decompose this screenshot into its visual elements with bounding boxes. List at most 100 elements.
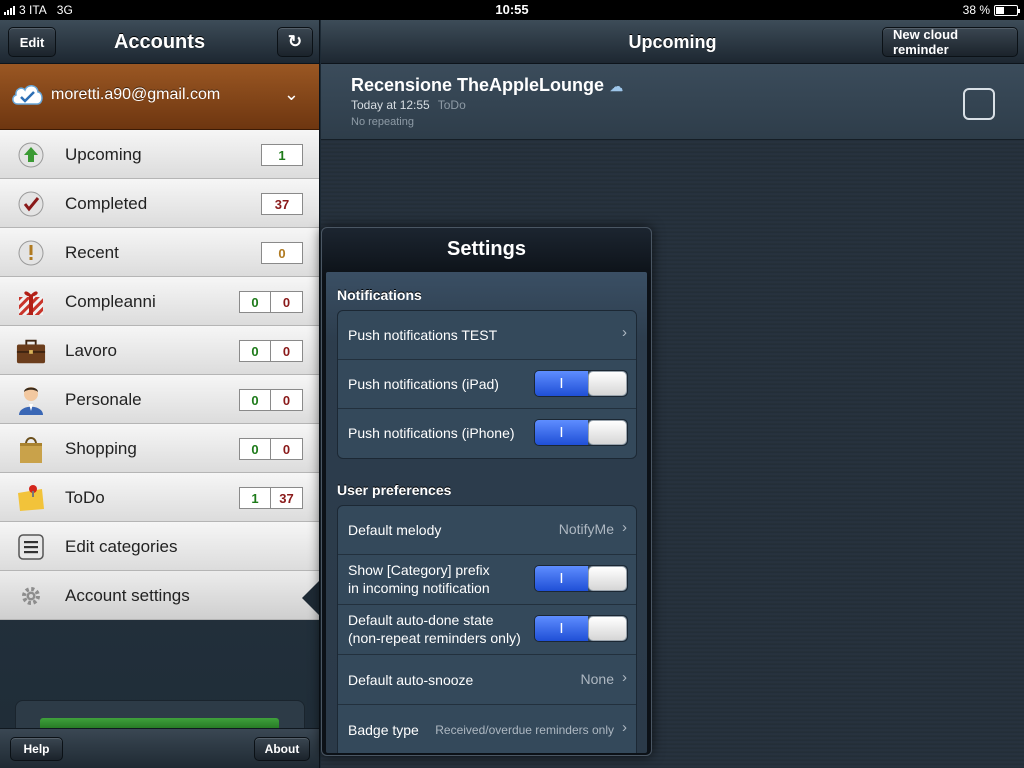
exclamation-icon: [16, 238, 46, 268]
default-melody-label: Default melody: [348, 522, 442, 538]
settings-popover: Settings Notifications Push notification…: [321, 227, 652, 756]
category-counts: 00: [239, 389, 303, 411]
reminder-meta: Today at 12:55 ToDo: [351, 98, 466, 112]
category-label: Recent: [65, 243, 119, 262]
new-cloud-reminder-button[interactable]: New cloud reminder: [882, 27, 1018, 57]
push-iphone-row: Push notifications (iPhone) I: [338, 409, 636, 458]
auto-done-label: Default auto-done state (non-repeat remin…: [348, 611, 521, 647]
category-counts: 00: [239, 438, 303, 460]
count-badge: 37: [261, 193, 303, 215]
category-counts: 37: [261, 193, 303, 215]
help-button[interactable]: Help: [10, 737, 63, 761]
count-badge: 0: [261, 242, 303, 264]
category-label: Account settings: [65, 586, 190, 605]
category-compleanni[interactable]: Compleanni 00: [0, 277, 319, 326]
toggle-on-label: I: [535, 566, 588, 591]
reminder-repeat: No repeating: [351, 116, 414, 128]
category-label: Completed: [65, 194, 148, 213]
badge-type-label: Badge type: [348, 722, 419, 738]
category-upcoming[interactable]: Upcoming 1: [0, 130, 319, 179]
count-badge: 0: [271, 291, 303, 313]
settings-body: Notifications Push notifications TEST › …: [326, 272, 647, 753]
notifications-header: Notifications: [337, 287, 422, 303]
category-counts: 00: [239, 340, 303, 362]
push-ipad-toggle[interactable]: I: [534, 370, 628, 397]
category-prefix-toggle[interactable]: I: [534, 565, 628, 592]
category-shopping[interactable]: Shopping 00: [0, 424, 319, 473]
reminder-category: ToDo: [437, 98, 466, 112]
sidebar-toolbar: Help About: [0, 728, 319, 768]
auto-done-toggle[interactable]: I: [534, 615, 628, 642]
reminder-row[interactable]: Recensione TheAppleLounge ☁ Today at 12:5…: [321, 64, 1024, 140]
category-label: Shopping: [65, 439, 137, 458]
default-melody-row[interactable]: Default melody NotifyMe ›: [338, 506, 636, 555]
category-lavoro[interactable]: Lavoro 00: [0, 326, 319, 375]
chevron-right-icon: ›: [622, 669, 627, 686]
cloud-icon: ☁: [610, 79, 624, 94]
push-ipad-row: Push notifications (iPad) I: [338, 360, 636, 409]
auto-done-line1: Default auto-done state: [348, 612, 494, 628]
selection-pointer: [302, 580, 319, 616]
category-prefix-line2: in incoming notification: [348, 580, 490, 596]
count-badge: 0: [239, 438, 271, 460]
category-label: Personale: [65, 390, 142, 409]
push-iphone-toggle[interactable]: I: [534, 419, 628, 446]
edit-categories-item[interactable]: Edit categories: [0, 522, 319, 571]
toggle-knob: [587, 566, 627, 591]
push-ipad-label: Push notifications (iPad): [348, 376, 499, 392]
battery-info: 38 %: [963, 3, 1020, 17]
reminder-title-line: Recensione TheAppleLounge ☁: [351, 75, 623, 96]
auto-snooze-row[interactable]: Default auto-snooze None ›: [338, 655, 636, 705]
upcoming-navbar: Upcoming New cloud reminder: [321, 20, 1024, 64]
accounts-sidebar: Edit Accounts ↻ moretti.a90@gmail.com ⌄ …: [0, 20, 320, 768]
count-badge: 0: [239, 291, 271, 313]
sticky-note-icon: [16, 483, 46, 513]
toggle-knob: [587, 420, 627, 445]
toggle-on-label: I: [535, 420, 588, 445]
count-badge: 0: [239, 340, 271, 362]
count-badge: 0: [271, 389, 303, 411]
badge-type-row[interactable]: Badge type Received/overdue reminders on…: [338, 705, 636, 753]
category-personale[interactable]: Personale 00: [0, 375, 319, 424]
count-badge: 1: [261, 144, 303, 166]
battery-icon: [994, 4, 1020, 16]
refresh-button[interactable]: ↻: [277, 27, 313, 57]
category-completed[interactable]: Completed 37: [0, 179, 319, 228]
accounts-navbar: Edit Accounts ↻: [0, 20, 319, 64]
user-preferences-header: User preferences: [337, 482, 452, 498]
auto-snooze-label: Default auto-snooze: [348, 672, 474, 688]
count-badge: 37: [271, 487, 303, 509]
chevron-right-icon: ›: [622, 519, 627, 536]
accounts-title: Accounts: [113, 31, 206, 53]
status-bar: 3 ITA 3G 10:55 38 %: [0, 0, 1024, 20]
gear-icon: [16, 581, 46, 611]
briefcase-icon: [16, 336, 46, 366]
count-badge: 0: [239, 389, 271, 411]
notifications-group: Push notifications TEST › Push notificat…: [337, 310, 637, 459]
about-button[interactable]: About: [254, 737, 310, 761]
category-list: Upcoming 1 Completed 37 Recent 0 Complea…: [0, 130, 319, 620]
account-selector[interactable]: moretti.a90@gmail.com ⌄: [0, 64, 319, 130]
push-test-row[interactable]: Push notifications TEST ›: [338, 311, 636, 360]
account-email: moretti.a90@gmail.com: [51, 86, 221, 103]
up-arrow-icon: [16, 140, 46, 170]
category-prefix-label: Show [Category] prefix in incoming notifi…: [348, 561, 490, 597]
category-todo[interactable]: ToDo 1 37: [0, 473, 319, 522]
category-counts: 1 37: [239, 487, 303, 509]
count-badge: 0: [271, 340, 303, 362]
category-label: Compleanni: [65, 292, 156, 311]
toggle-knob: [587, 371, 627, 396]
checkmark-icon: [16, 189, 46, 219]
chevron-down-icon: ⌄: [283, 84, 299, 104]
category-prefix-row: Show [Category] prefix in incoming notifi…: [338, 555, 636, 605]
reminder-time: Today at 12:55: [351, 98, 430, 112]
list-icon: [16, 532, 46, 562]
count-badge: 0: [271, 438, 303, 460]
user-preferences-group: Default melody NotifyMe › Show [Category…: [337, 505, 637, 753]
reminder-checkbox[interactable]: [963, 88, 995, 120]
clock: 10:55: [495, 2, 529, 17]
toggle-knob: [587, 616, 627, 641]
account-settings-item[interactable]: Account settings: [0, 571, 319, 620]
chevron-right-icon: ›: [622, 324, 627, 341]
category-recent[interactable]: Recent 0: [0, 228, 319, 277]
